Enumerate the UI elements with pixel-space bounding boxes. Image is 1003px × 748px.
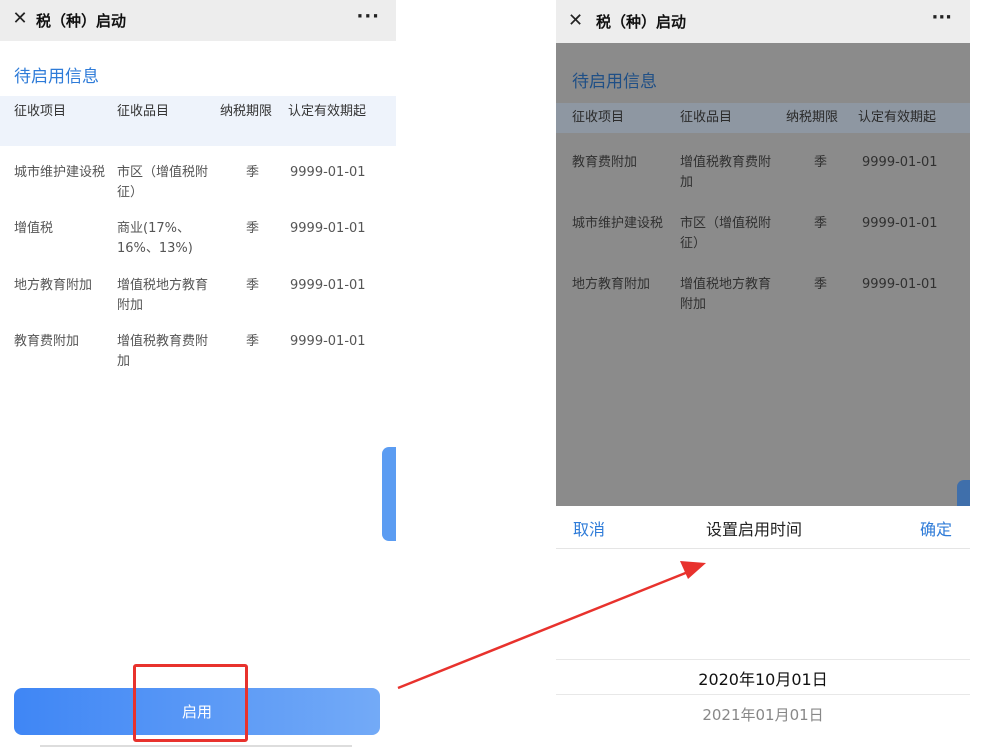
top-bar: ✕ 税（种）启动 ··· [556, 0, 970, 43]
cell-category: 增值税教育费附加 [680, 155, 772, 190]
column-header: 征收项目 [14, 104, 67, 119]
cell-period: 季 [814, 155, 828, 170]
floating-side-tab[interactable] [382, 447, 396, 541]
picker-selection-line [556, 659, 970, 660]
table-header: 征收项目 征收品目 纳税期限 认定有效期起 [556, 103, 970, 133]
cell-valid-from: 9999-01-01 [290, 165, 366, 180]
home-indicator [40, 745, 352, 747]
column-header: 征收品目 [117, 104, 170, 119]
cell-category: 商业(17%、16%、13%) [117, 221, 193, 256]
cancel-button[interactable]: 取消 [573, 516, 605, 540]
picker-option[interactable]: 2021年01月01日 [556, 704, 970, 725]
section-title: 待启用信息 [14, 67, 99, 87]
column-header: 征收项目 [572, 110, 625, 125]
cell-period: 季 [246, 165, 260, 180]
window-title: 税（种）启动 [596, 13, 687, 31]
cell-item: 地方教育附加 [14, 278, 93, 293]
highlight-annotation-box [133, 664, 248, 742]
cell-item: 增值税 [14, 221, 54, 236]
dimmed-background[interactable]: 待启用信息 征收项目 征收品目 纳税期限 认定有效期起 教育费附加 增值税教育费… [556, 43, 970, 510]
cell-valid-from: 9999-01-01 [290, 334, 366, 349]
cell-item: 城市维护建设税 [14, 165, 106, 180]
cell-valid-from: 9999-01-01 [290, 221, 366, 236]
picker-option-selected[interactable]: 2020年10月01日 [556, 666, 970, 690]
cell-category: 增值税地方教育附加 [117, 278, 209, 313]
cell-category: 增值税教育费附加 [117, 334, 209, 369]
section-title: 待启用信息 [572, 72, 657, 92]
top-bar: ✕ 税（种）启动 ··· [0, 0, 396, 41]
cell-valid-from: 9999-01-01 [862, 216, 938, 231]
cell-category: 市区（增值税附征） [680, 216, 772, 251]
cell-valid-from: 9999-01-01 [862, 277, 938, 292]
cell-period: 季 [814, 216, 828, 231]
column-header: 纳税期限 [786, 110, 839, 125]
column-header: 认定有效期起 [288, 104, 367, 119]
column-header: 征收品目 [680, 110, 733, 125]
cell-valid-from: 9999-01-01 [290, 278, 366, 293]
column-header: 纳税期限 [220, 104, 273, 119]
more-icon[interactable]: ··· [931, 7, 952, 28]
close-icon[interactable]: ✕ [568, 10, 583, 31]
cell-period: 季 [246, 278, 260, 293]
cell-category: 增值税地方教育附加 [680, 277, 772, 312]
cell-period: 季 [246, 334, 260, 349]
window-title: 税（种）启动 [36, 12, 127, 30]
cell-period: 季 [246, 221, 260, 236]
cell-item: 教育费附加 [14, 334, 80, 349]
close-icon[interactable]: ✕ [10, 9, 30, 29]
cell-item: 教育费附加 [572, 155, 638, 170]
cell-category: 市区（增值税附征） [117, 165, 209, 200]
picker-header: 取消 设置启用时间 确定 [556, 506, 970, 549]
cell-item: 城市维护建设税 [572, 216, 664, 231]
left-phone-screen: ✕ 税（种）启动 ··· 待启用信息 征收项目 征收品目 纳税期限 认定有效期起… [0, 0, 396, 748]
column-header: 认定有效期起 [858, 110, 937, 125]
right-phone-screen: ✕ 税（种）启动 ··· 待启用信息 征收项目 征收品目 纳税期限 认定有效期起… [556, 0, 970, 748]
cell-valid-from: 9999-01-01 [862, 155, 938, 170]
picker-selection-line [556, 694, 970, 695]
date-picker-sheet: 取消 设置启用时间 确定 2020年10月01日 2021年01月01日 [556, 506, 970, 748]
cell-item: 地方教育附加 [572, 277, 651, 292]
picker-title: 设置启用时间 [706, 520, 803, 539]
more-icon[interactable]: ··· [356, 6, 380, 27]
table-header: 征收项目 征收品目 纳税期限 认定有效期起 [0, 96, 396, 146]
cell-period: 季 [814, 277, 828, 292]
confirm-button[interactable]: 确定 [920, 516, 952, 540]
screenshot-canvas: ✕ 税（种）启动 ··· 待启用信息 征收项目 征收品目 纳税期限 认定有效期起… [0, 0, 1003, 748]
